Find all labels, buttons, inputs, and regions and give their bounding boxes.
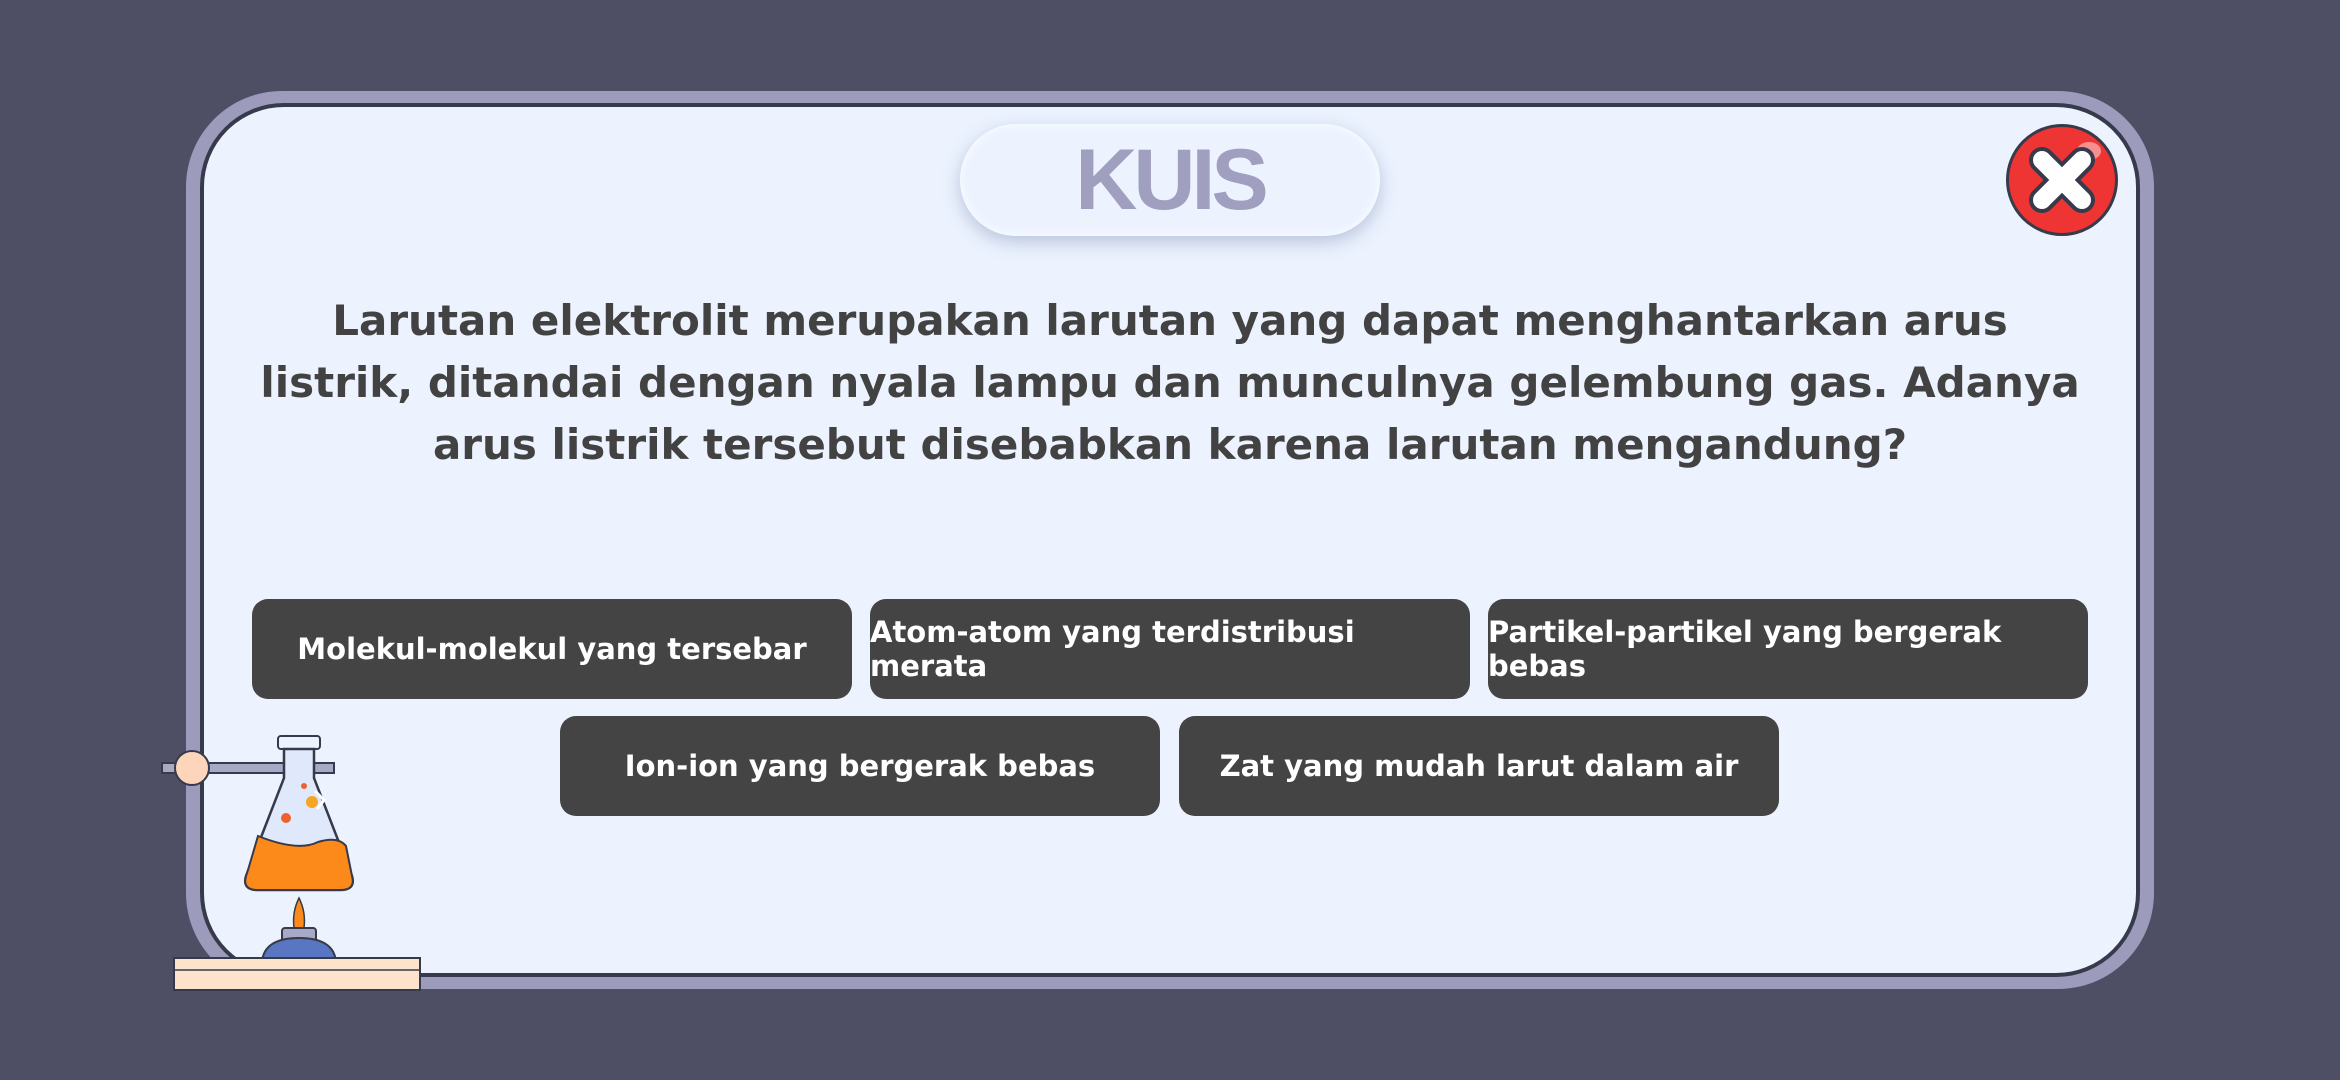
answer-button-3[interactable]: Partikel-partikel yang bergerak bebas <box>1488 599 2088 699</box>
lab-flask-burner-icon <box>161 735 421 991</box>
title-banner: KUIS <box>960 124 1380 236</box>
answer-button-1[interactable]: Molekul-molekul yang tersebar <box>252 599 852 699</box>
answer-button-2[interactable]: Atom-atom yang terdistribusi merata <box>870 599 1470 699</box>
close-button[interactable] <box>2006 124 2118 236</box>
question-text: Larutan elektrolit merupakan larutan yan… <box>260 296 2080 469</box>
quiz-title: KUIS <box>1075 131 1268 228</box>
answer-button-5[interactable]: Zat yang mudah larut dalam air <box>1179 716 1779 816</box>
answer-button-4[interactable]: Ion-ion yang bergerak bebas <box>560 716 1160 816</box>
close-x-icon <box>2029 142 2101 213</box>
